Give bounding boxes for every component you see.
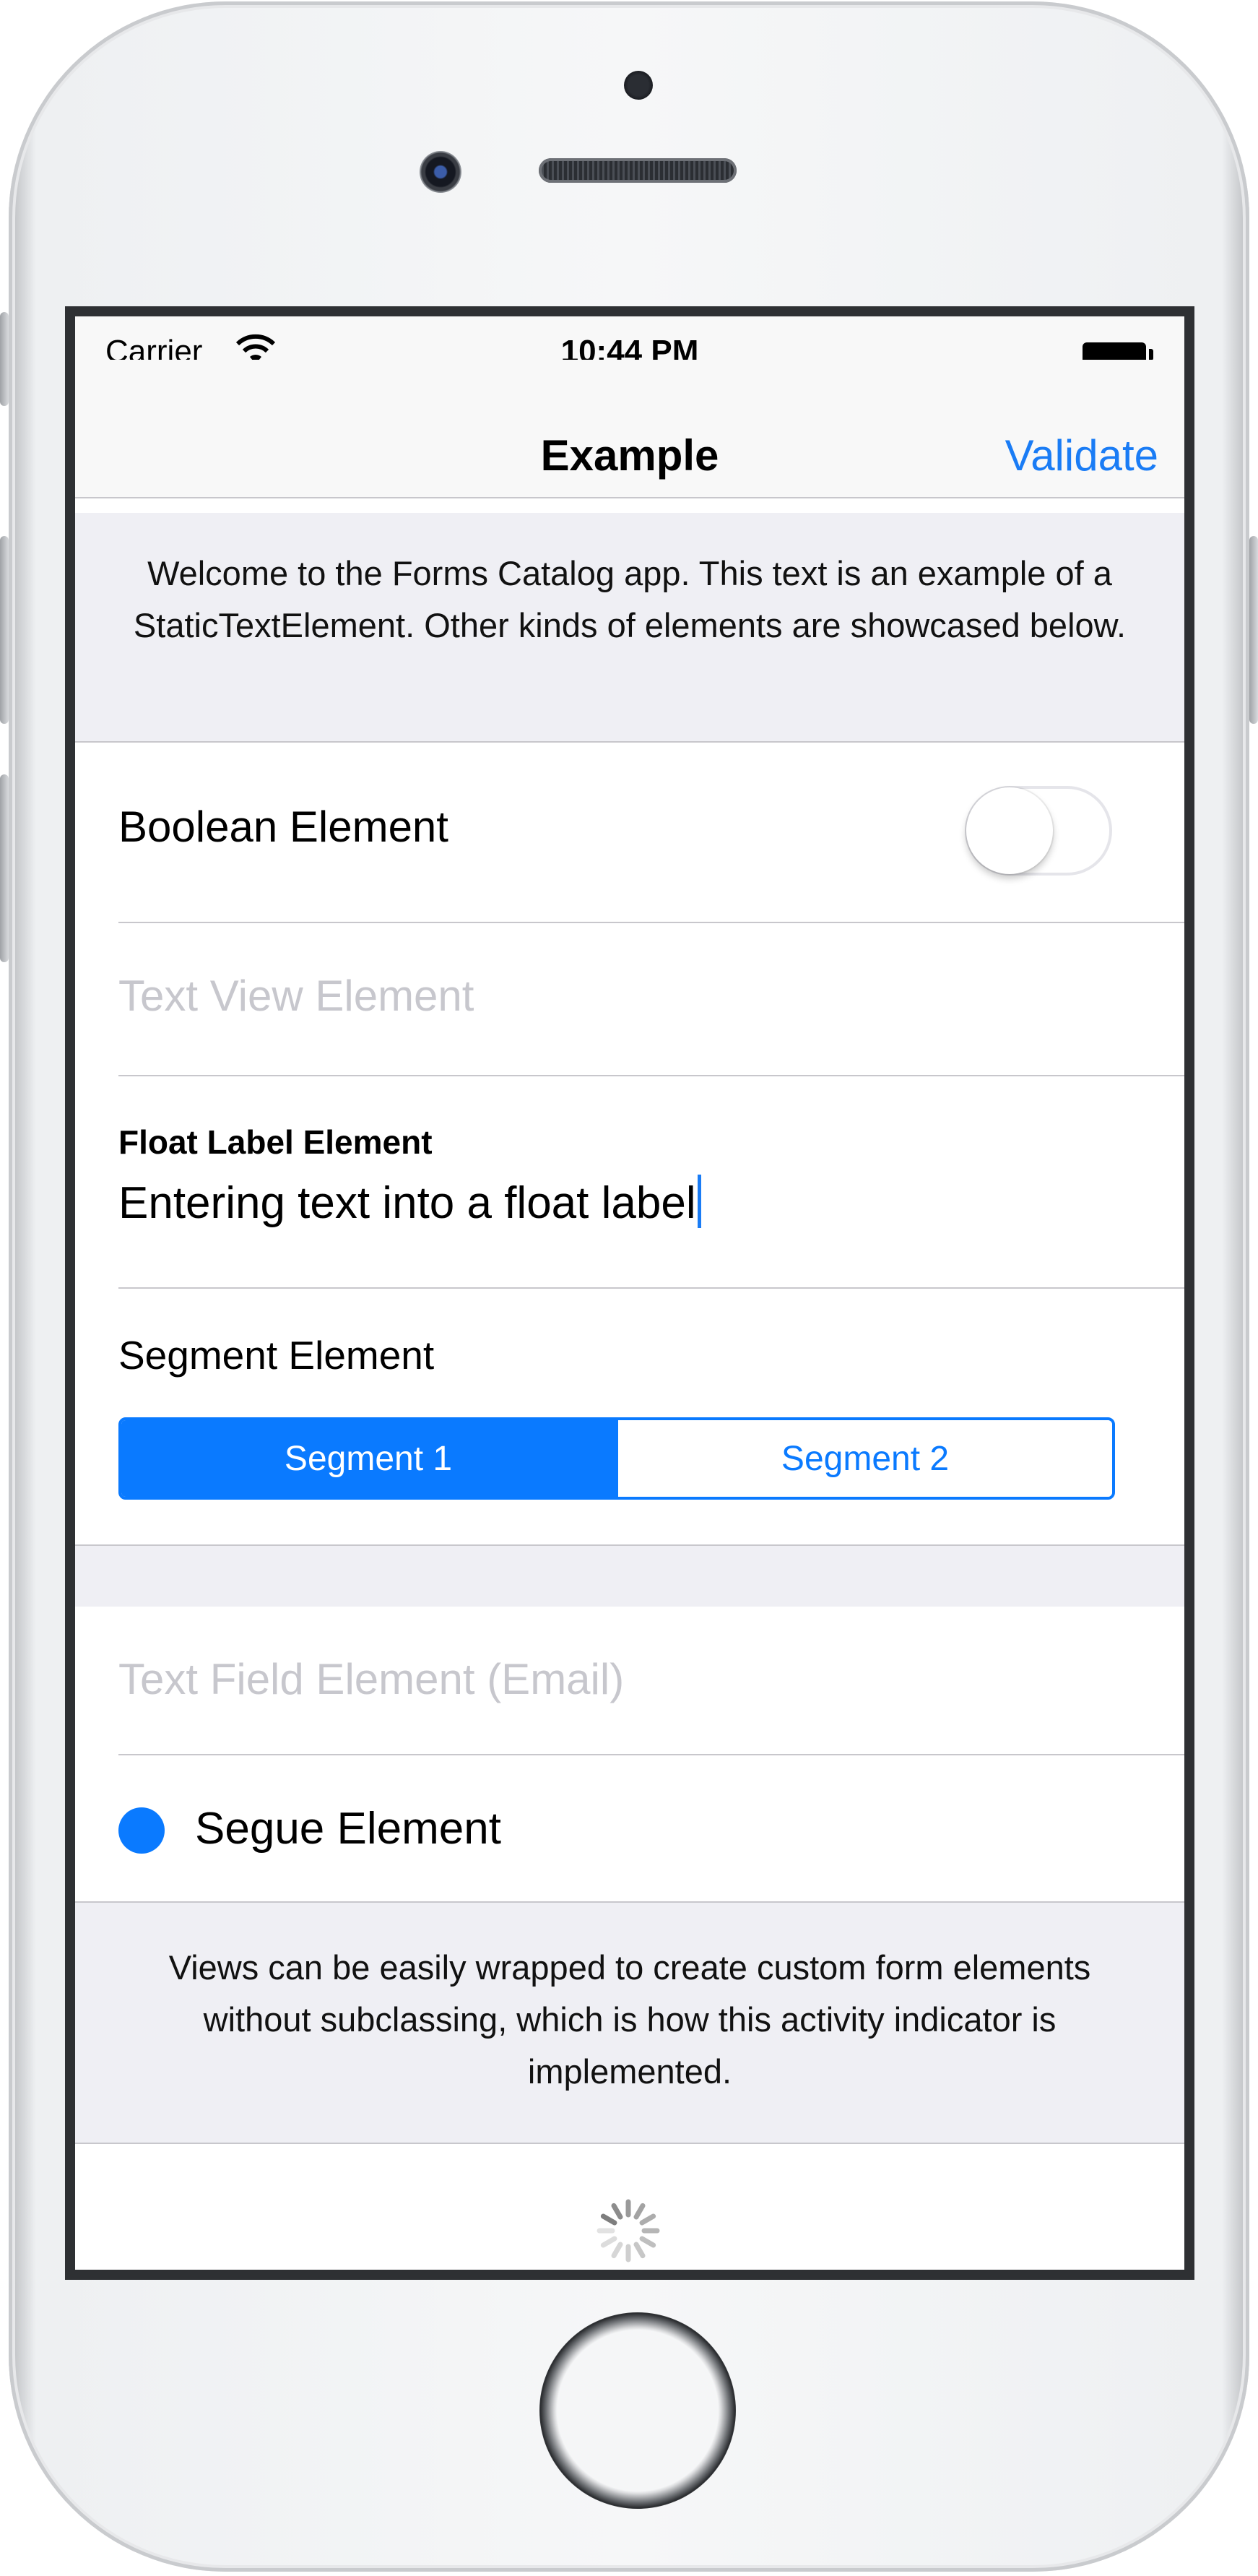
text-cursor (697, 1175, 701, 1228)
status-bar: Carrier 10:44 PM (75, 316, 1184, 369)
float-label-element-row[interactable]: Float Label Element Entering text into a… (75, 1076, 1184, 1289)
info-text-element: Views can be easily wrapped to create cu… (75, 1901, 1184, 2144)
validate-button[interactable]: Validate (1005, 431, 1158, 480)
app-screen: Carrier 10:44 PM Example Validate Welcom… (75, 316, 1184, 2270)
text-view-element-row[interactable]: Text View Element (75, 923, 1184, 1076)
boolean-toggle-switch[interactable] (965, 786, 1112, 876)
earpiece-speaker (539, 158, 737, 183)
segment-2-button[interactable]: Segment 2 (615, 1420, 1112, 1497)
volume-up-button (0, 536, 9, 724)
spinner-icon (597, 2199, 660, 2262)
front-camera-icon (420, 151, 461, 193)
float-label-value: Entering text into a float label (118, 1178, 696, 1228)
navigation-bar: Example Validate (75, 360, 1184, 498)
segue-dot-icon (118, 1807, 165, 1854)
email-field[interactable]: Text Field Element (Email) (118, 1654, 624, 1704)
text-field-element-row[interactable]: Text Field Element (Email) (75, 1607, 1184, 1755)
segue-element-row[interactable]: Segue Element (75, 1755, 1184, 1901)
battery-tip (1149, 349, 1153, 360)
section-gap (75, 1544, 1184, 1608)
static-text-element: Welcome to the Forms Catalog app. This t… (75, 513, 1184, 743)
boolean-element-label: Boolean Element (118, 803, 448, 851)
text-view-placeholder[interactable]: Text View Element (118, 971, 474, 1021)
segment-1-button[interactable]: Segment 1 (121, 1420, 615, 1497)
segment-element-label: Segment Element (118, 1333, 435, 1378)
home-button[interactable] (539, 2312, 736, 2509)
volume-down-button (0, 774, 9, 962)
float-label-input[interactable]: Entering text into a float label (118, 1175, 701, 1229)
mute-switch (0, 312, 9, 406)
boolean-element-row: Boolean Element (75, 743, 1184, 923)
float-label-title: Float Label Element (118, 1123, 433, 1161)
toggle-knob (966, 787, 1053, 874)
segue-element-label[interactable]: Segue Element (195, 1803, 501, 1854)
segmented-control: Segment 1 Segment 2 (118, 1417, 1115, 1500)
segment-element-row: Segment Element Segment 1 Segment 2 (75, 1289, 1184, 1550)
power-button (1249, 536, 1258, 724)
proximity-sensor (624, 71, 653, 100)
